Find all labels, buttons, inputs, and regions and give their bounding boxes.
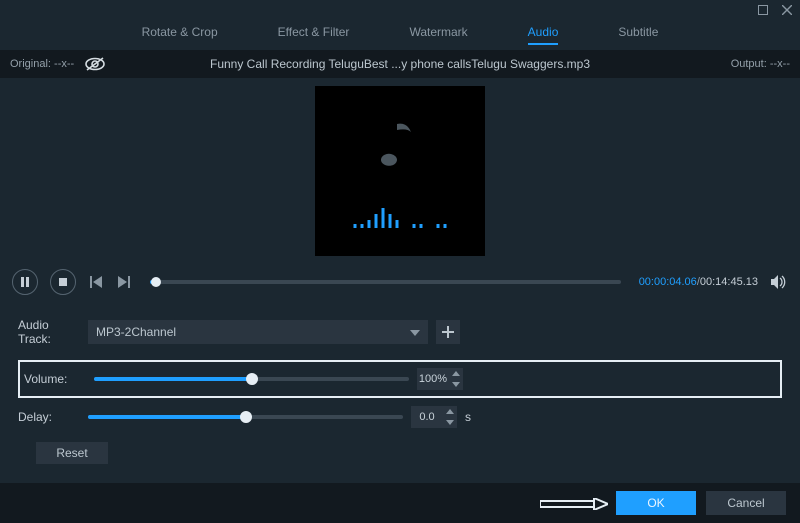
pause-button[interactable] [12,269,38,295]
maximize-icon[interactable] [758,5,768,15]
stop-button[interactable] [50,269,76,295]
original-label: Original: [10,58,51,70]
reset-button[interactable]: Reset [36,442,108,464]
arrow-down-icon[interactable] [452,382,460,387]
next-track-button[interactable] [116,274,132,290]
delay-spinner[interactable]: 0.0 [411,406,457,428]
annotation-arrow-icon [540,498,602,508]
filename: Funny Call Recording TeluguBest ...y pho… [210,57,590,71]
equalizer-icon [354,208,447,228]
music-note-icon [377,116,423,179]
close-icon[interactable] [782,5,792,15]
info-bar: Original: --x-- Funny Call Recording Tel… [0,50,800,78]
delay-unit: s [465,410,471,424]
ok-button[interactable]: OK [616,491,696,515]
volume-icon[interactable] [770,274,788,290]
arrow-up-icon[interactable] [452,371,460,376]
audio-track-select[interactable]: MP3-2Channel [88,320,428,344]
output-value: --x-- [770,58,790,70]
output-label: Output: [731,58,767,70]
tab-rotate-crop[interactable]: Rotate & Crop [142,25,218,45]
delay-label: Delay: [18,410,80,424]
volume-highlighted-region: Volume: 100% [18,360,782,398]
add-audio-track-button[interactable] [436,320,460,344]
delay-slider[interactable] [88,415,403,419]
preview-visibility-icon[interactable] [84,57,106,71]
preview-area [0,78,800,264]
time-display: 00:00:04.06/00:14:45.13 [639,276,758,288]
preview-box [315,86,485,256]
prev-track-button[interactable] [88,274,104,290]
cancel-button[interactable]: Cancel [706,491,786,515]
arrow-down-icon[interactable] [446,420,454,425]
tab-audio[interactable]: Audio [528,25,559,45]
volume-slider[interactable] [94,377,409,381]
arrow-up-icon[interactable] [446,409,454,414]
tab-subtitle[interactable]: Subtitle [618,25,658,45]
chevron-down-icon [410,325,420,339]
volume-spinner[interactable]: 100% [417,368,463,390]
volume-label: Volume: [24,372,86,386]
playback-progress[interactable] [150,280,621,284]
tab-watermark[interactable]: Watermark [409,25,467,45]
playback-controls: 00:00:04.06/00:14:45.13 [0,264,800,300]
tab-effect-filter[interactable]: Effect & Filter [278,25,350,45]
tab-bar: Rotate & Crop Effect & Filter Watermark … [0,20,800,50]
audio-track-label: Audio Track: [18,318,80,346]
footer: OK Cancel [0,483,800,523]
original-value: --x-- [54,58,74,70]
